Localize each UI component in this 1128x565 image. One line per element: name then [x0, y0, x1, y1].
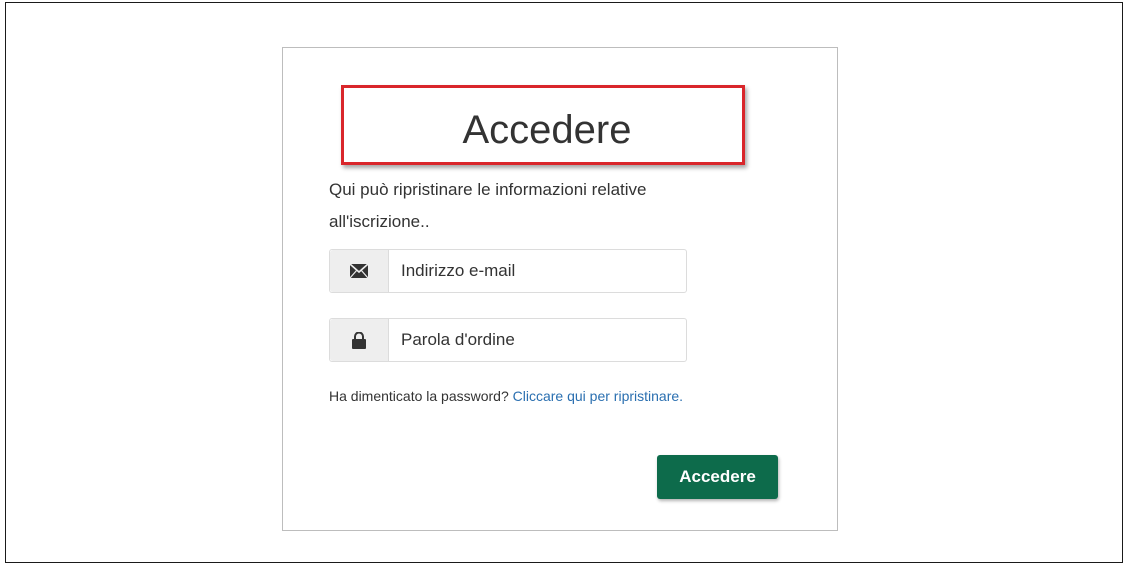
password-input-group: [329, 318, 687, 362]
password-field[interactable]: [389, 319, 686, 361]
email-input-group: [329, 249, 687, 293]
lock-icon: [330, 319, 389, 361]
page-title: Accedere: [462, 108, 632, 152]
forgot-password-row: Ha dimenticato la password? Cliccare qui…: [329, 388, 683, 404]
login-button[interactable]: Accedere: [657, 455, 778, 499]
title-highlight-box: Accedere: [341, 85, 745, 165]
reset-password-link[interactable]: Cliccare qui per ripristinare.: [513, 388, 683, 404]
envelope-icon: [330, 250, 389, 292]
forgot-password-text: Ha dimenticato la password?: [329, 388, 509, 404]
login-card: Accedere Qui può ripristinare le informa…: [282, 47, 838, 531]
intro-text: Qui può ripristinare le informazioni rel…: [329, 180, 647, 231]
screenshot-frame: Accedere Qui può ripristinare le informa…: [5, 2, 1123, 563]
email-field[interactable]: [389, 250, 686, 292]
